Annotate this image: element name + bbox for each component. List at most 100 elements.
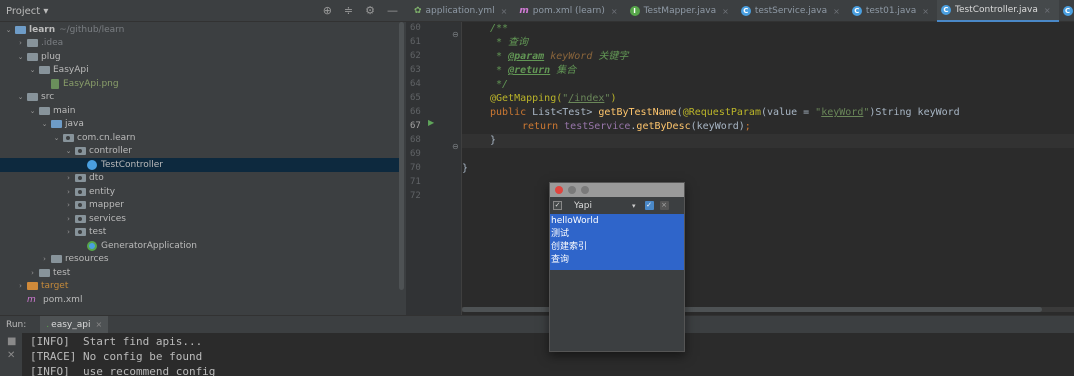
- chevron-right-icon[interactable]: ›: [64, 215, 73, 223]
- tree-item-entity[interactable]: › entity: [0, 185, 400, 199]
- code-line-63: * @return 集合: [490, 65, 577, 76]
- editor-tabs: ✿ application.yml × m pom.xml (learn) × I TestM…: [410, 0, 1074, 22]
- interface-icon: I: [629, 6, 640, 16]
- tree-item-dto[interactable]: › dto: [0, 172, 400, 186]
- chevron-down-icon[interactable]: ⌄: [16, 53, 25, 61]
- tree-item-testcontroller[interactable]: TestController: [0, 158, 400, 172]
- line-number: 71: [410, 177, 421, 187]
- tree-item-test[interactable]: › test: [0, 226, 400, 240]
- run-console[interactable]: ■ ✕ [INFO] Start find apis... [TRACE] No…: [0, 333, 1074, 376]
- chevron-right-icon[interactable]: ›: [64, 174, 73, 182]
- confirm-checkbox[interactable]: ✓: [644, 201, 654, 210]
- tree-item-idea[interactable]: › .idea: [0, 37, 400, 51]
- chevron-right-icon[interactable]: ›: [64, 201, 73, 209]
- api-list-item[interactable]: helloWorld: [551, 215, 599, 228]
- chevron-down-icon[interactable]: ⌄: [28, 107, 37, 115]
- editor-tab-testmapper-java[interactable]: I TestMapper.java ×: [626, 0, 737, 22]
- tree-item-label: learn: [29, 24, 56, 35]
- maximize-window-button[interactable]: [581, 186, 589, 194]
- tree-scrollbar[interactable]: [399, 22, 404, 290]
- close-icon[interactable]: ✕: [7, 350, 15, 361]
- tree-item-controller[interactable]: ⌄ controller: [0, 145, 400, 159]
- tree-item-main[interactable]: ⌄ main: [0, 104, 400, 118]
- tree-item-com-cn-learn[interactable]: ⌄ com.cn.learn: [0, 131, 400, 145]
- editor-tab-testcontroller-java[interactable]: C TestController.java ×: [936, 0, 1059, 22]
- folder-icon: [39, 106, 50, 115]
- fold-icon[interactable]: ⊖: [452, 142, 459, 151]
- tree-item-resources[interactable]: › resources: [0, 253, 400, 267]
- tree-item-label: GeneratorApplication: [101, 240, 197, 251]
- yaml-icon: ✿: [414, 6, 422, 16]
- chevron-right-icon[interactable]: ›: [28, 269, 37, 277]
- hide-panel-icon[interactable]: —: [387, 5, 398, 16]
- api-list-item[interactable]: 创建索引: [551, 241, 587, 254]
- run-gutter-icon[interactable]: ▶: [428, 118, 434, 127]
- tree-item-label: mapper: [89, 200, 124, 211]
- minimize-window-button[interactable]: [568, 186, 576, 194]
- chevron-down-icon[interactable]: ⌄: [52, 134, 61, 142]
- tree-item-target[interactable]: › target: [0, 280, 400, 294]
- fold-icon[interactable]: ⊖: [452, 30, 459, 39]
- tree-item-easyapi[interactable]: ⌄ EasyApi: [0, 64, 400, 78]
- close-window-button[interactable]: [555, 186, 563, 194]
- close-icon[interactable]: ×: [922, 7, 929, 16]
- code-line-66: public List<Test> getByTestName(@Request…: [490, 107, 960, 118]
- gear-icon[interactable]: ⚙: [365, 5, 375, 16]
- tree-item-label: dto: [89, 173, 104, 184]
- editor-tab-userservice-java[interactable]: CUserService.java×: [1059, 0, 1074, 22]
- project-panel-header: Project ▾ ⊕ ≑ ⚙ —: [0, 0, 406, 22]
- project-view-selector[interactable]: Project ▾: [6, 6, 48, 17]
- tree-item-label: entity: [89, 186, 116, 197]
- close-icon[interactable]: ×: [501, 7, 508, 16]
- editor-tab-application-yml[interactable]: ✿ application.yml ×: [410, 0, 515, 22]
- tree-item-easyapi-png[interactable]: EasyApi.png: [0, 77, 400, 91]
- resources-folder-icon: [51, 255, 62, 264]
- tree-item-learn[interactable]: ⌄ learn ~/github/learn: [0, 23, 400, 37]
- tree-item-plug[interactable]: ⌄ plug: [0, 50, 400, 64]
- tree-item-pom-xml[interactable]: m pom.xml: [0, 293, 400, 307]
- code-line-67: return testService.getByDesc(keyWord);: [522, 121, 751, 132]
- close-icon[interactable]: ×: [611, 7, 618, 16]
- close-icon[interactable]: ×: [722, 7, 729, 16]
- package-icon: [75, 187, 86, 196]
- tree-item-mapper[interactable]: › mapper: [0, 199, 400, 213]
- chevron-right-icon[interactable]: ›: [16, 282, 25, 290]
- collapse-all-icon[interactable]: ≑: [344, 5, 353, 16]
- module-name: Yapi: [574, 200, 592, 211]
- line-number: 70: [410, 163, 421, 173]
- chevron-right-icon[interactable]: ›: [64, 228, 73, 236]
- chevron-down-icon[interactable]: ⌄: [28, 66, 37, 74]
- tree-item-java[interactable]: ⌄ java: [0, 118, 400, 132]
- folder-icon: [27, 52, 38, 61]
- tree-item-src[interactable]: ⌄ src: [0, 91, 400, 105]
- chevron-right-icon[interactable]: ›: [16, 39, 25, 47]
- select-all-checkbox[interactable]: ✓: [553, 201, 562, 210]
- close-icon[interactable]: ×: [95, 320, 102, 329]
- tree-item-generatorapplication[interactable]: GeneratorApplication: [0, 239, 400, 253]
- run-tab-easy-api[interactable]: . easy_api ×: [40, 315, 109, 334]
- package-icon: [75, 201, 86, 210]
- tree-item-test[interactable]: › test: [0, 266, 400, 280]
- current-line-highlight: [462, 134, 1074, 148]
- chevron-down-icon[interactable]: ⌄: [40, 120, 49, 128]
- editor-tab-label: test01.java: [865, 6, 917, 16]
- chevron-down-icon[interactable]: ⌄: [64, 147, 73, 155]
- chevron-right-icon[interactable]: ›: [64, 188, 73, 196]
- editor-tab-testservice-java[interactable]: CtestService.java ×: [737, 0, 848, 22]
- tree-item-services[interactable]: › services: [0, 212, 400, 226]
- locate-icon[interactable]: ⊕: [323, 5, 332, 16]
- chevron-down-icon[interactable]: ▾: [632, 202, 636, 210]
- chevron-right-icon[interactable]: ›: [40, 255, 49, 263]
- close-icon[interactable]: ×: [833, 7, 840, 16]
- api-list-item[interactable]: 测试: [551, 228, 569, 241]
- chevron-down-icon[interactable]: ⌄: [16, 93, 25, 101]
- maven-icon: m: [27, 294, 36, 305]
- popup-title-bar[interactable]: [550, 183, 684, 197]
- editor-tab-pom-xml-learn[interactable]: m pom.xml (learn) ×: [515, 0, 625, 22]
- stop-icon[interactable]: ■: [7, 336, 16, 347]
- editor-tab-test01-java[interactable]: Ctest01.java ×: [848, 0, 937, 22]
- api-list-item[interactable]: 查询: [551, 254, 569, 267]
- cancel-checkbox[interactable]: ×: [659, 201, 669, 210]
- close-icon[interactable]: ×: [1044, 6, 1051, 15]
- chevron-down-icon[interactable]: ⌄: [4, 26, 13, 34]
